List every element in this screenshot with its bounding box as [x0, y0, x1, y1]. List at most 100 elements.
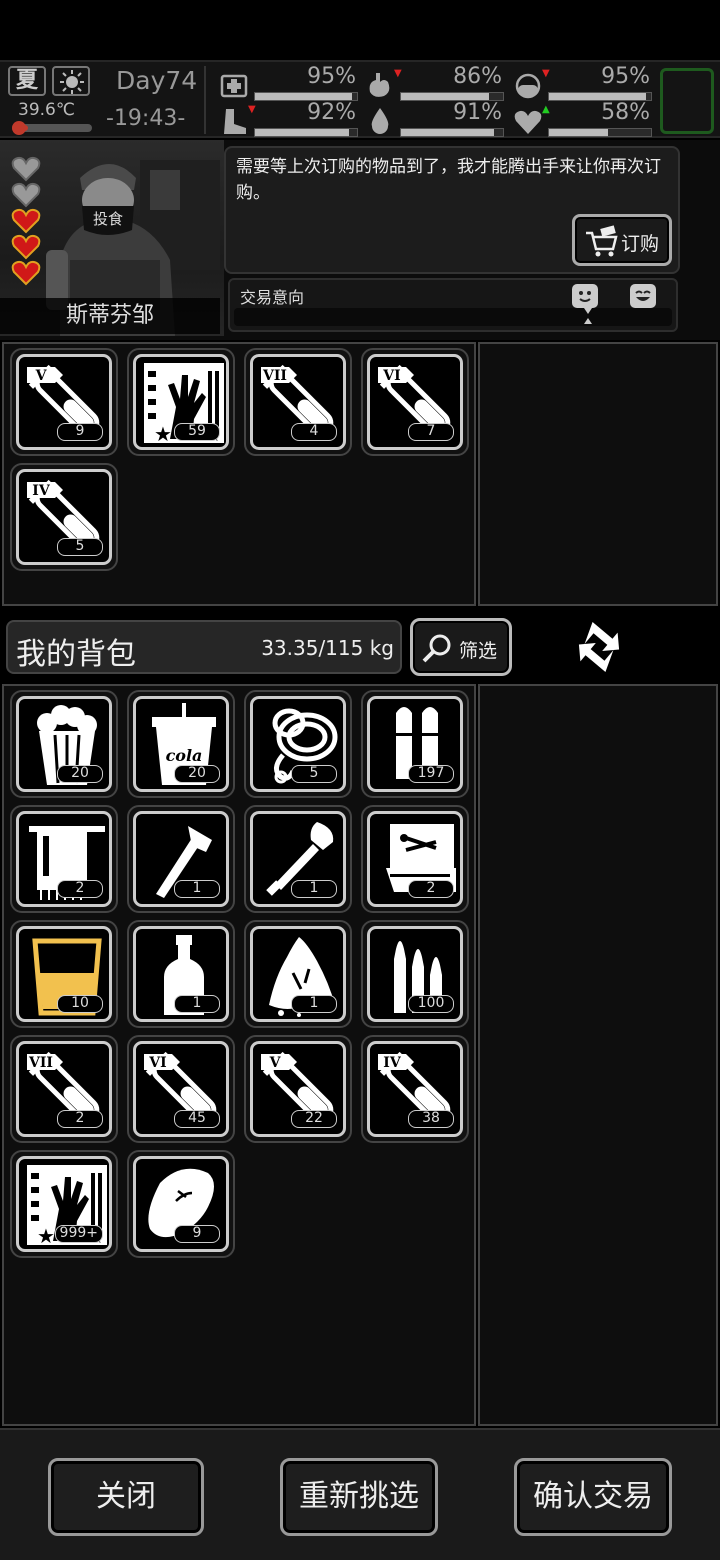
tier-label: V — [269, 1055, 282, 1071]
test-tube-icon: VI 7 — [367, 354, 463, 450]
item-count: 2 — [57, 880, 103, 898]
minimap-button[interactable] — [660, 68, 714, 134]
stat-thirst: 91% — [360, 100, 508, 138]
backpack-item-slot[interactable]: VII 2 — [10, 1035, 118, 1143]
backpack-item-slot[interactable]: 1 — [244, 805, 352, 913]
stat-drug: ▼ 95% — [508, 64, 656, 102]
toolbox-icon: 2 — [367, 811, 463, 907]
trade-intent-track — [234, 308, 672, 326]
trader-item-slot[interactable]: V9 — [10, 348, 118, 456]
item-count: 1 — [174, 880, 220, 898]
backpack-item-slot[interactable]: IV 38 — [361, 1035, 469, 1143]
test-tube-icon: VI 45 — [133, 1041, 229, 1137]
water-drop-icon — [371, 108, 389, 134]
item-count: 9 — [57, 423, 103, 441]
heart-icon — [10, 182, 42, 208]
item-count: 100 — [408, 995, 454, 1013]
order-button-label: 订购 — [621, 233, 660, 255]
boot-icon — [224, 109, 246, 134]
backpack-item-slot[interactable]: V 22 — [244, 1035, 352, 1143]
backpack-item-slot[interactable]: 5 — [244, 690, 352, 798]
backpack-item-slot[interactable]: 197 — [361, 690, 469, 798]
filter-button[interactable]: 筛选 — [410, 618, 512, 676]
backpack-item-slot[interactable]: cola 20 — [127, 690, 235, 798]
medkit-icon — [220, 74, 248, 98]
stat-health-value: 95% — [307, 64, 356, 89]
backpack-item-slot[interactable]: 1 — [127, 805, 235, 913]
trader-offer-slot[interactable] — [478, 342, 718, 606]
test-tube-icon: VII 4 — [250, 354, 346, 450]
player-offer-slot[interactable] — [478, 684, 718, 1426]
clock: -19:43- — [106, 106, 186, 131]
trader-item-slot[interactable]: IV 5 — [10, 463, 118, 571]
status-bar: 夏 39.6℃ Day74 -19:43- 95% ▼ 86% ▼ 95% ▼ 92% 91%… — [0, 60, 720, 138]
dialog-text: 需要等上次订购的物品到了，我才能腾出手来让你再次订购。 — [236, 157, 661, 203]
backpack-item-slot[interactable]: 20 — [10, 690, 118, 798]
test-tube-icon: V 22 — [250, 1041, 346, 1137]
cola-label: cola — [166, 746, 203, 765]
close-button[interactable]: 关闭 — [48, 1458, 204, 1536]
item-count: 9 — [174, 1225, 220, 1243]
npc-dialog: 需要等上次订购的物品到了，我才能腾出手来让你再次订购。 订购 — [224, 146, 680, 274]
item-count: 1 — [291, 880, 337, 898]
confirm-trade-button[interactable]: 确认交易 — [514, 1458, 672, 1536]
temperature-value: 39.6℃ — [18, 100, 75, 120]
tier-label: VII — [262, 368, 287, 384]
tier-label: IV — [32, 483, 51, 499]
backpack-item-slot[interactable]: 9 — [127, 1150, 235, 1258]
item-count: 20 — [174, 765, 220, 783]
backpack-header: 我的背包 33.35/115 kg — [6, 620, 402, 674]
item-count: 22 — [291, 1110, 337, 1128]
item-count: 1 — [174, 995, 220, 1013]
sun-icon — [52, 66, 90, 96]
stat-thirst-value: 91% — [453, 100, 502, 125]
backpack-item-slot[interactable]: 1 — [127, 920, 235, 1028]
backpack-item-slot[interactable]: 2 — [361, 805, 469, 913]
backpack-item-slot[interactable]: ★★999+ — [10, 1150, 118, 1258]
stat-drug-value: 95% — [601, 64, 650, 89]
footer-bar: 关闭 重新挑选 确认交易 — [0, 1428, 720, 1560]
rifle-bullets-icon: 100 — [367, 926, 463, 1022]
stat-hunger: ▼ 86% — [360, 64, 508, 102]
trader-item-slot[interactable]: VII 4 — [244, 348, 352, 456]
trader-item-slot[interactable]: VI 7 — [361, 348, 469, 456]
affection-hearts — [10, 156, 42, 286]
swap-arrows-icon[interactable] — [570, 618, 628, 676]
backpack-title: 我的背包 — [16, 637, 136, 672]
glass-drink-icon: 10 — [16, 926, 112, 1022]
backpack-item-grid: 20cola20519721121011100VII2VI45V22IV38★★… — [2, 684, 476, 1426]
item-count: 38 — [408, 1110, 454, 1128]
tier-label: VI — [382, 368, 400, 384]
stat-mood-bar — [548, 128, 652, 137]
backpack-item-slot[interactable]: 1 — [244, 920, 352, 1028]
trader-item-slot[interactable]: ★★59 — [127, 348, 235, 456]
item-count: 197 — [408, 765, 454, 783]
trade-intent-meter: 交易意向 — [228, 278, 678, 332]
intent-marker-icon — [584, 308, 592, 324]
heart-icon — [10, 234, 42, 260]
item-count: 20 — [57, 765, 103, 783]
stat-hunger-value: 86% — [453, 64, 502, 89]
bottle-icon: 1 — [133, 926, 229, 1022]
reselect-button[interactable]: 重新挑选 — [280, 1458, 438, 1536]
item-count: 10 — [57, 995, 103, 1013]
backpack-item-slot[interactable]: 2 — [10, 805, 118, 913]
backpack-item-slot[interactable]: 10 — [10, 920, 118, 1028]
order-button[interactable]: 订购 — [572, 214, 672, 266]
svg-text:★: ★ — [37, 1224, 55, 1247]
stat-mood-value: 58% — [601, 100, 650, 125]
item-count: 2 — [57, 1110, 103, 1128]
backpack-item-slot[interactable]: VI 45 — [127, 1035, 235, 1143]
meat-icon: 9 — [133, 1156, 229, 1252]
backpack-item-slot[interactable]: 100 — [361, 920, 469, 1028]
towel-icon: 2 — [16, 811, 112, 907]
trader-item-grid: V9★★59 VII 4 VI7 IV 5 — [2, 342, 476, 606]
stat-thirst-bar — [400, 128, 504, 137]
axe-icon: 1 — [133, 811, 229, 907]
item-count: 999+ — [54, 1225, 103, 1243]
item-count: 4 — [291, 423, 337, 441]
item-count: 5 — [57, 538, 103, 556]
filter-button-label: 筛选 — [459, 640, 498, 662]
tier-label: IV — [383, 1055, 402, 1071]
stat-stamina-bar — [254, 128, 358, 137]
